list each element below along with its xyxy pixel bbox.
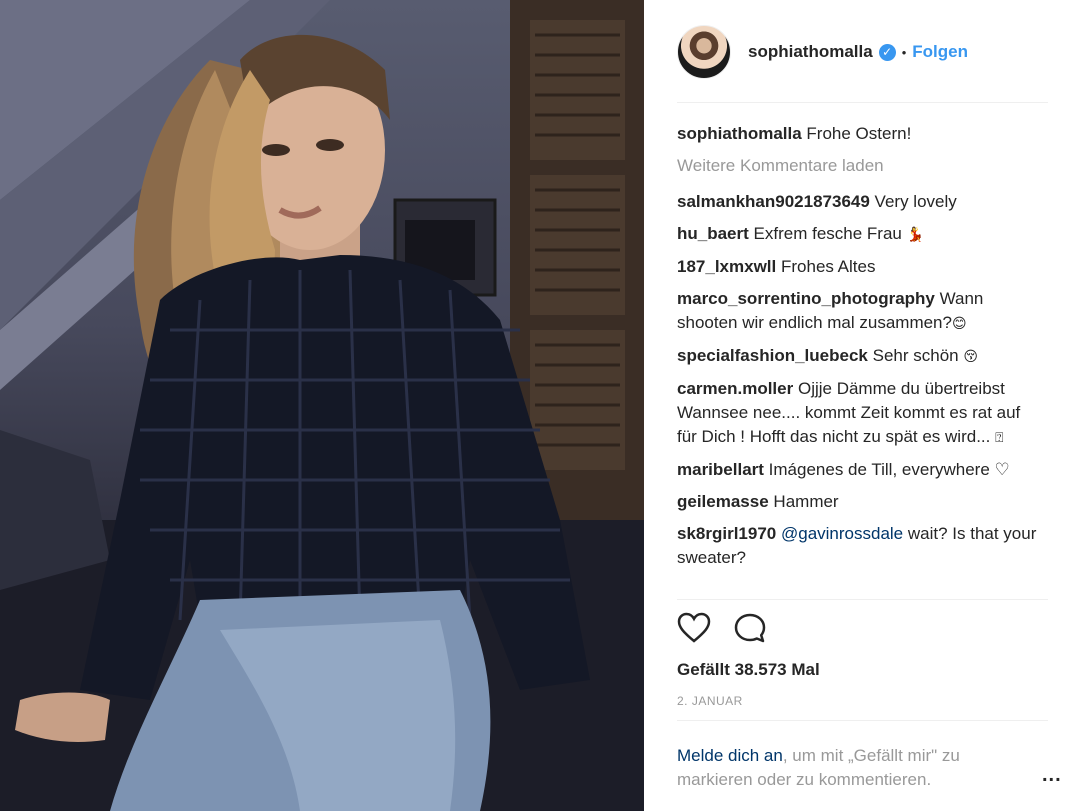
comment-text: Imágenes de Till, everywhere ♡	[768, 460, 1010, 479]
comment-item: marco_sorrentino_photography Wann shoote…	[677, 287, 1042, 336]
post-date[interactable]: 2. JANUAR	[677, 694, 743, 708]
avatar[interactable]	[677, 25, 731, 79]
comments-list: sophiathomalla Frohe Ostern! Weitere Kom…	[677, 122, 1042, 578]
comment-item: maribellart Imágenes de Till, everywhere…	[677, 458, 1042, 482]
comment-username[interactable]: salmankhan9021873649	[677, 192, 870, 211]
unknown-glyph-icon: ⍰	[995, 430, 1004, 446]
comment-item: specialfashion_luebeck Sehr schön 😚	[677, 344, 1042, 369]
comment-item: sk8rgirl1970 @gavinrossdale wait? Is tha…	[677, 522, 1042, 570]
divider	[677, 720, 1048, 721]
photo-illustration	[0, 0, 644, 811]
caption-username[interactable]: sophiathomalla	[677, 124, 802, 143]
post-username[interactable]: sophiathomalla	[748, 42, 873, 62]
comment-text: Very lovely	[874, 192, 957, 211]
comment-username[interactable]: geilemasse	[677, 492, 769, 511]
post-actions	[677, 612, 789, 644]
post-photo[interactable]	[0, 0, 644, 811]
comment-item: geilemasse Hammer	[677, 490, 1042, 514]
comment-username[interactable]: sk8rgirl1970	[677, 524, 776, 543]
comment-item: 187_lxmxwll Frohes Altes	[677, 255, 1042, 279]
divider	[677, 599, 1048, 600]
likes-count[interactable]: Gefällt 38.573 Mal	[677, 660, 820, 680]
kiss-emoji-icon: 😚	[963, 349, 978, 365]
comment-username[interactable]: marco_sorrentino_photography	[677, 289, 935, 308]
verified-badge-icon: ✓	[878, 43, 896, 61]
comment-username[interactable]: carmen.moller	[677, 379, 793, 398]
comment-item: hu_baert Exfrem fesche Frau 💃	[677, 222, 1042, 247]
post-sidebar: sophiathomalla ✓ • Folgen sophiathomalla…	[644, 0, 1070, 811]
login-link[interactable]: Melde dich an	[677, 746, 783, 765]
comment-text: Frohes Altes	[780, 257, 876, 276]
comment-mention-link[interactable]: @gavinrossdale	[781, 524, 903, 543]
heart-icon[interactable]	[677, 612, 711, 644]
comment-text: Sehr schön	[872, 346, 959, 365]
comment-text: Hammer	[773, 492, 839, 511]
comment-username[interactable]: maribellart	[677, 460, 764, 479]
divider	[677, 102, 1048, 103]
comment-bubble-icon[interactable]	[733, 612, 767, 644]
comment-username[interactable]: hu_baert	[677, 224, 749, 243]
comment-item: salmankhan9021873649 Very lovely	[677, 190, 1042, 214]
comment-username[interactable]: specialfashion_luebeck	[677, 346, 868, 365]
more-options-icon[interactable]: ...	[1042, 764, 1062, 787]
separator-dot: •	[901, 44, 907, 60]
post-header: sophiathomalla ✓ • Folgen	[677, 24, 968, 80]
dancer-emoji-icon: 💃	[906, 227, 925, 243]
comment-username[interactable]: 187_lxmxwll	[677, 257, 776, 276]
comment-text: Exfrem fesche Frau	[753, 224, 902, 243]
comment-item: carmen.moller Ojjje Dämme du übertreibst…	[677, 377, 1042, 450]
smile-emoji-icon: 😊	[951, 316, 967, 332]
login-prompt: Melde dich an, um mit „Gefällt mir" zu m…	[677, 744, 1007, 792]
caption: sophiathomalla Frohe Ostern!	[677, 122, 1042, 146]
load-more-comments-button[interactable]: Weitere Kommentare laden	[677, 154, 1042, 178]
follow-button[interactable]: Folgen	[912, 42, 968, 62]
caption-text: Frohe Ostern!	[806, 124, 912, 143]
